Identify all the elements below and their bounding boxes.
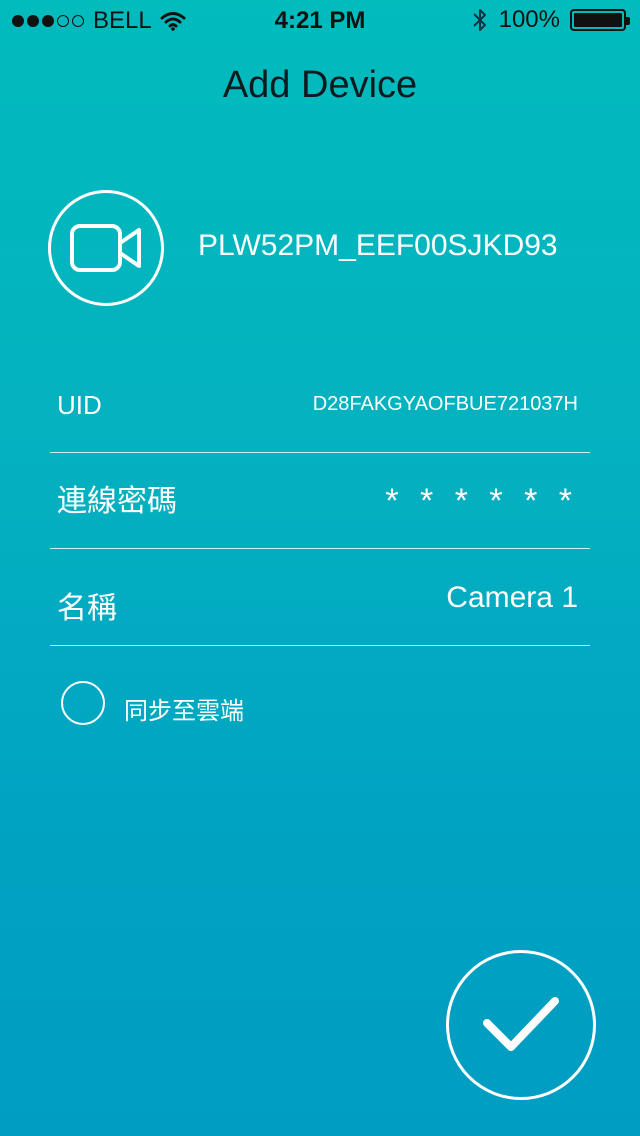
device-name: PLW52PM_EEF00SJKD93 [198, 229, 558, 262]
name-field[interactable]: Camera 1 [446, 581, 578, 615]
battery-percent: 100% [498, 6, 560, 33]
battery-icon [570, 9, 630, 31]
bluetooth-icon [472, 9, 486, 31]
confirm-button[interactable] [446, 950, 596, 1100]
password-label: 連線密碼 [57, 485, 177, 518]
status-bar: BELL 4:21 PM 100% [0, 0, 640, 40]
uid-value: D28FAKGYAOFBUE721037H [312, 393, 578, 415]
battery-level [574, 13, 622, 27]
password-row[interactable]: 連線密碼 * * * * * * [50, 452, 590, 549]
uid-label: UID [57, 390, 102, 420]
checkmark-icon [483, 997, 559, 1051]
page-title: Add Device [222, 64, 418, 106]
right-status: 100% [471, 6, 630, 34]
sync-cloud-radio[interactable] [61, 681, 105, 725]
password-field[interactable]: * * * * * * [385, 482, 578, 521]
name-label: 名稱 [57, 592, 117, 625]
name-row[interactable]: 名稱 Camera 1 [50, 548, 590, 646]
video-camera-icon [70, 224, 141, 272]
uid-row: UID D28FAKGYAOFBUE721037H [50, 356, 590, 453]
device-avatar [48, 190, 164, 306]
sync-cloud-label[interactable]: 同步至雲端 [124, 691, 244, 726]
